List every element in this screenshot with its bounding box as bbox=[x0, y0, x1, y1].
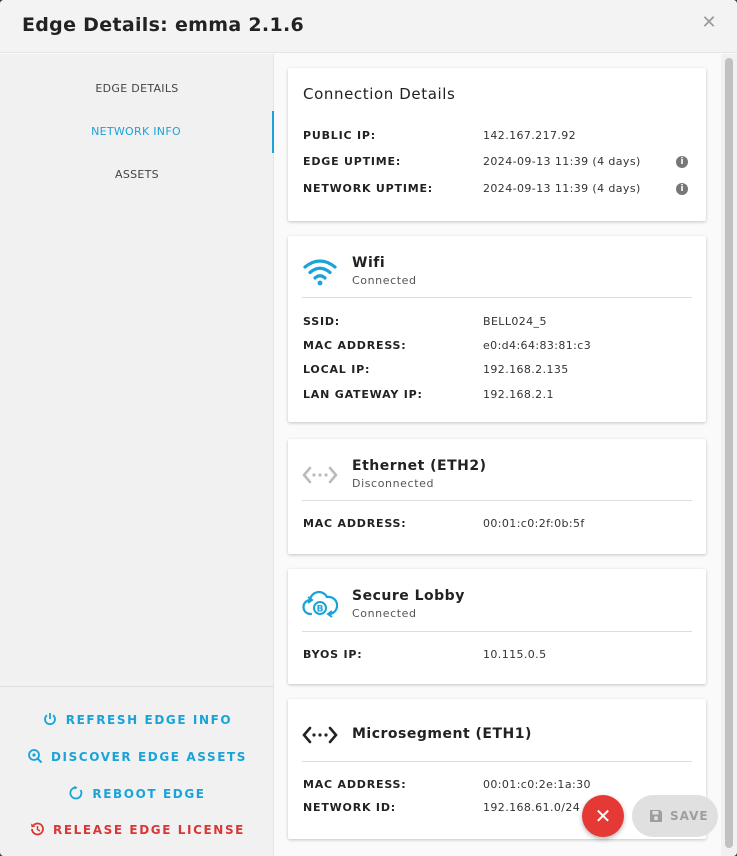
ethernet-status: Disconnected bbox=[352, 477, 435, 490]
edge-uptime-value: 2024-09-13 11:39 (4 days) bbox=[483, 155, 641, 168]
ssid-value: BELL024_5 bbox=[483, 315, 547, 328]
secure-lobby-status: Connected bbox=[352, 607, 417, 620]
svg-text:B: B bbox=[317, 605, 324, 615]
ethernet-card: Ethernet (ETH2) Disconnected MAC ADDRESS… bbox=[288, 439, 706, 554]
divider bbox=[302, 297, 692, 298]
release-edge-license-button[interactable]: RELEASE EDGE LICENSE bbox=[0, 819, 274, 841]
ssid-label: SSID: bbox=[303, 315, 340, 328]
side-nav: EDGE DETAILS NETWORK INFO ASSETS REFRESH… bbox=[0, 54, 274, 856]
wifi-mac-row: MAC ADDRESS: e0:d4:64:83:81:c3 bbox=[303, 339, 693, 357]
microsegment-icon bbox=[302, 726, 338, 744]
secure-lobby-cloud-icon: B bbox=[302, 590, 338, 618]
cancel-fab-button[interactable]: ✕ bbox=[582, 795, 624, 837]
divider bbox=[302, 761, 692, 762]
discover-icon bbox=[28, 749, 43, 764]
reboot-edge-label: REBOOT EDGE bbox=[92, 787, 206, 801]
release-edge-license-label: RELEASE EDGE LICENSE bbox=[53, 823, 245, 837]
ethernet-mac-value: 00:01:c0:2f:0b:5f bbox=[483, 517, 585, 530]
divider bbox=[302, 500, 692, 501]
nav-item-edge-details[interactable]: EDGE DETAILS bbox=[0, 68, 274, 110]
ethernet-header: Ethernet (ETH2) Disconnected bbox=[302, 453, 692, 503]
refresh-edge-info-label: REFRESH EDGE INFO bbox=[65, 713, 233, 727]
public-ip-value: 142.167.217.92 bbox=[483, 129, 577, 142]
connection-details-title: Connection Details bbox=[303, 85, 456, 103]
info-icon[interactable]: i bbox=[676, 183, 688, 195]
close-icon: ✕ bbox=[701, 12, 717, 33]
close-icon: ✕ bbox=[594, 804, 612, 828]
edge-details-dialog: Edge Details: emma 2.1.6 ✕ EDGE DETAILS … bbox=[0, 0, 737, 856]
ssid-row: SSID: BELL024_5 bbox=[303, 315, 693, 333]
edge-uptime-row: EDGE UPTIME: 2024-09-13 11:39 (4 days) i bbox=[303, 155, 693, 173]
nav-divider bbox=[0, 686, 274, 687]
discover-edge-assets-label: DISCOVER EDGE ASSETS bbox=[50, 750, 248, 764]
network-uptime-value: 2024-09-13 11:39 (4 days) bbox=[483, 182, 641, 195]
lan-gateway-value: 192.168.2.1 bbox=[483, 388, 554, 401]
public-ip-row: PUBLIC IP: 142.167.217.92 bbox=[303, 129, 693, 147]
network-info-panel: Connection Details PUBLIC IP: 142.167.21… bbox=[274, 54, 737, 856]
byos-ip-value: 10.115.0.5 bbox=[483, 648, 547, 661]
reboot-edge-button[interactable]: REBOOT EDGE bbox=[0, 783, 274, 805]
scrollbar-thumb[interactable] bbox=[725, 58, 733, 848]
byos-ip-row: BYOS IP: 10.115.0.5 bbox=[303, 648, 693, 666]
lan-gateway-label: LAN GATEWAY IP: bbox=[303, 388, 423, 401]
local-ip-value: 192.168.2.135 bbox=[483, 363, 569, 376]
network-id-label: NETWORK ID: bbox=[303, 801, 396, 814]
microsegment-mac-label: MAC ADDRESS: bbox=[303, 778, 407, 791]
network-uptime-label: NETWORK UPTIME: bbox=[303, 182, 433, 195]
reboot-icon bbox=[69, 785, 83, 800]
ethernet-mac-row: MAC ADDRESS: 00:01:c0:2f:0b:5f bbox=[303, 517, 693, 535]
nav-item-assets[interactable]: ASSETS bbox=[0, 154, 274, 196]
info-icon[interactable]: i bbox=[676, 156, 688, 168]
save-button[interactable]: SAVE bbox=[632, 795, 718, 837]
microsegment-mac-value: 00:01:c0:2e:1a:30 bbox=[483, 778, 591, 791]
refresh-edge-info-button[interactable]: REFRESH EDGE INFO bbox=[0, 709, 274, 731]
divider bbox=[302, 631, 692, 632]
microsegment-name: Microsegment (ETH1) bbox=[352, 726, 532, 742]
network-uptime-row: NETWORK UPTIME: 2024-09-13 11:39 (4 days… bbox=[303, 182, 693, 200]
network-id-value: 192.168.61.0/24 bbox=[483, 801, 581, 814]
dialog-header: Edge Details: emma 2.1.6 ✕ bbox=[0, 0, 737, 53]
close-button[interactable]: ✕ bbox=[699, 13, 719, 33]
lan-gateway-row: LAN GATEWAY IP: 192.168.2.1 bbox=[303, 388, 693, 406]
dialog-title: Edge Details: emma 2.1.6 bbox=[22, 14, 305, 36]
connection-details-card: Connection Details PUBLIC IP: 142.167.21… bbox=[288, 68, 706, 221]
wifi-mac-value: e0:d4:64:83:81:c3 bbox=[483, 339, 592, 352]
secure-lobby-name: Secure Lobby bbox=[352, 588, 465, 604]
wifi-header: Wifi Connected bbox=[302, 250, 692, 300]
wifi-mac-label: MAC ADDRESS: bbox=[303, 339, 407, 352]
local-ip-label: LOCAL IP: bbox=[303, 363, 371, 376]
ethernet-icon bbox=[302, 466, 338, 484]
nav-item-network-info[interactable]: NETWORK INFO bbox=[0, 111, 274, 153]
ethernet-name: Ethernet (ETH2) bbox=[352, 458, 487, 474]
byos-ip-label: BYOS IP: bbox=[303, 648, 363, 661]
discover-edge-assets-button[interactable]: DISCOVER EDGE ASSETS bbox=[0, 746, 274, 768]
secure-lobby-header: B Secure Lobby Connected bbox=[302, 583, 692, 633]
wifi-name: Wifi bbox=[352, 255, 386, 271]
wifi-icon bbox=[303, 259, 337, 286]
wifi-status: Connected bbox=[352, 274, 417, 287]
local-ip-row: LOCAL IP: 192.168.2.135 bbox=[303, 363, 693, 381]
secure-lobby-card: B Secure Lobby Connected BYOS IP: 10.115… bbox=[288, 569, 706, 684]
public-ip-label: PUBLIC IP: bbox=[303, 129, 376, 142]
microsegment-mac-row: MAC ADDRESS: 00:01:c0:2e:1a:30 bbox=[303, 778, 693, 796]
release-icon bbox=[31, 822, 44, 836]
wifi-card: Wifi Connected SSID: BELL024_5 MAC ADDRE… bbox=[288, 236, 706, 422]
save-icon bbox=[650, 810, 662, 822]
refresh-icon bbox=[43, 713, 56, 726]
ethernet-mac-label: MAC ADDRESS: bbox=[303, 517, 407, 530]
edge-uptime-label: EDGE UPTIME: bbox=[303, 155, 402, 168]
microsegment-header: Microsegment (ETH1) bbox=[302, 717, 692, 767]
save-label: SAVE bbox=[670, 809, 709, 823]
